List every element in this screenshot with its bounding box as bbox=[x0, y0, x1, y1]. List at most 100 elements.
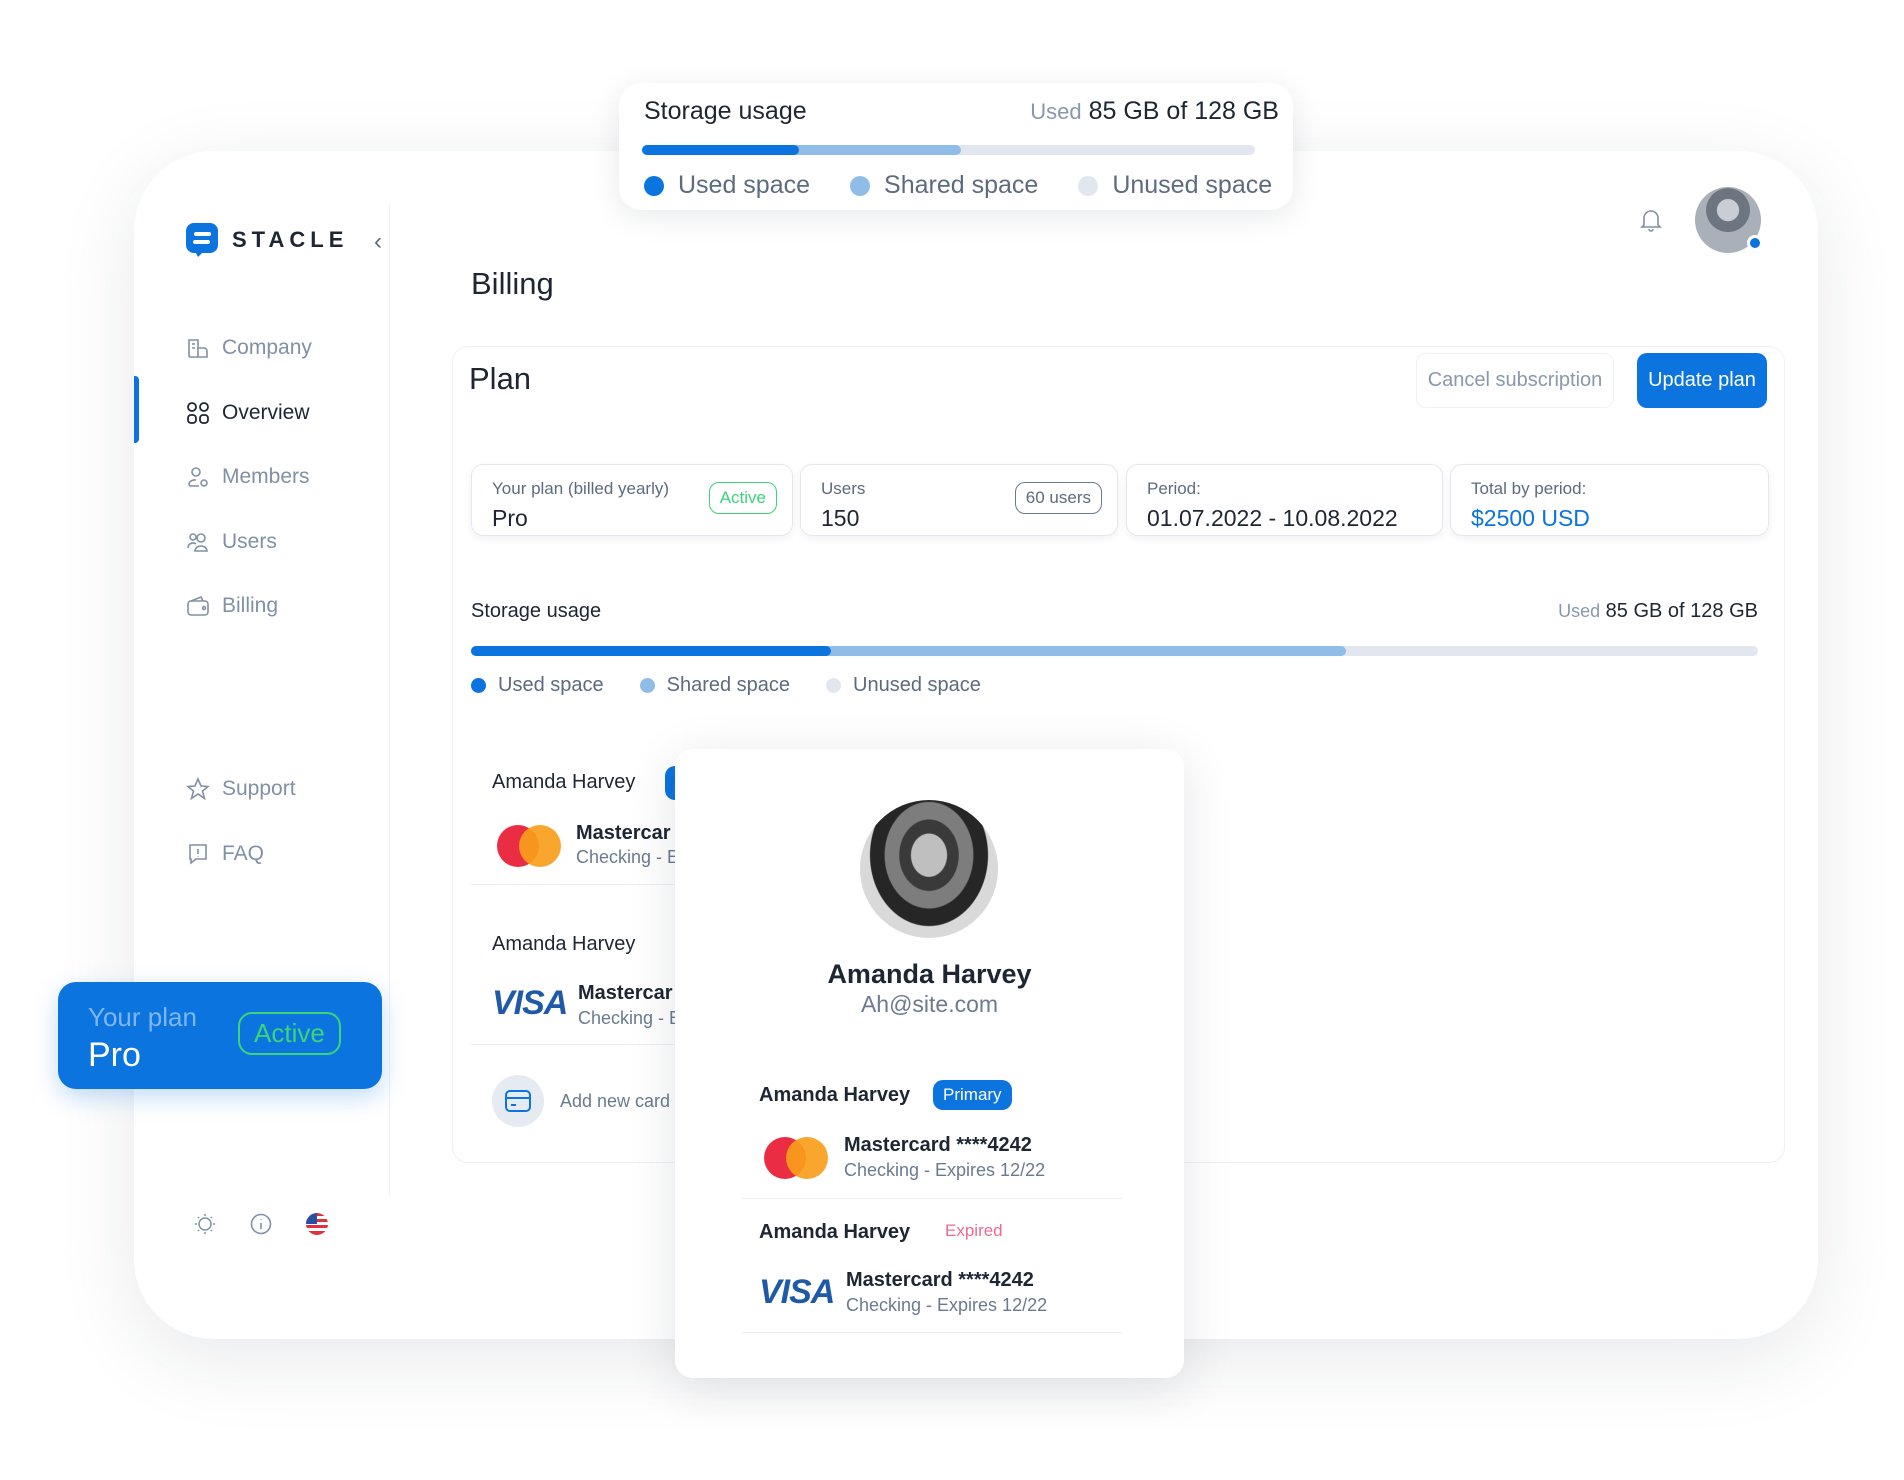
card-name: Mastercard ****4242 bbox=[844, 1134, 1032, 1156]
unused-dot bbox=[826, 678, 842, 693]
legend-shared: Shared space bbox=[884, 171, 1039, 199]
card-icon bbox=[492, 1075, 544, 1127]
nav-label: Company bbox=[222, 336, 312, 359]
used-prefix: Used bbox=[1030, 99, 1082, 124]
card-sub: Checking - Expires 12/22 bbox=[844, 1160, 1046, 1180]
logo[interactable]: STACLE bbox=[186, 223, 348, 257]
divider bbox=[741, 1332, 1123, 1333]
sidebar-item-support[interactable]: Support bbox=[186, 774, 296, 804]
building-icon bbox=[188, 339, 208, 358]
plan-status-badge: Active bbox=[708, 482, 777, 514]
profile-photo bbox=[860, 800, 998, 938]
floating-storage-used: Used 85 GB of 128 GB bbox=[1030, 97, 1279, 126]
question-icon bbox=[189, 844, 207, 865]
card-sub: Checking - Expires 12/22 bbox=[846, 1295, 1048, 1315]
user-gear-icon bbox=[188, 467, 208, 487]
period-info-card: Period: 01.07.2022 - 10.08.2022 bbox=[1126, 464, 1443, 536]
floating-storage-legend: Used space Shared space Unused space bbox=[644, 171, 1272, 200]
active-indicator bbox=[134, 376, 139, 443]
storage-title: Storage usage bbox=[471, 600, 602, 622]
card-holder: Amanda Harvey bbox=[759, 1221, 911, 1243]
nav-label: Support bbox=[222, 777, 296, 800]
legend-used: Used space bbox=[498, 674, 604, 696]
theme-toggle[interactable] bbox=[194, 1213, 216, 1240]
nav-label: Users bbox=[222, 530, 277, 553]
period-info-value: 01.07.2022 - 10.08.2022 bbox=[1147, 505, 1398, 531]
used-value: 85 GB of 128 GB bbox=[1088, 97, 1279, 125]
collapse-sidebar-button[interactable]: ‹ bbox=[374, 228, 382, 256]
bell-icon bbox=[1640, 210, 1662, 232]
sidebar-item-members[interactable]: Members bbox=[186, 462, 310, 492]
total-info-value: $2500 USD bbox=[1471, 505, 1590, 531]
expired-badge: Expired bbox=[945, 1221, 1003, 1240]
period-info-label: Period: bbox=[1147, 479, 1201, 498]
nav-label: Billing bbox=[222, 594, 279, 617]
cancel-subscription-button[interactable]: Cancel subscription bbox=[1416, 353, 1614, 408]
visa-logo: VISA bbox=[759, 1273, 835, 1311]
used-dot bbox=[471, 678, 486, 693]
language-selector[interactable] bbox=[306, 1213, 328, 1240]
add-card-label: Add new card bbox=[560, 1090, 671, 1111]
divider bbox=[471, 1044, 701, 1045]
info-button[interactable] bbox=[250, 1213, 272, 1240]
profile-name: Amanda Harvey bbox=[827, 959, 1032, 989]
visa-logo: VISA bbox=[492, 984, 568, 1022]
notifications-button[interactable] bbox=[1640, 208, 1662, 237]
used-value: 85 GB of 128 GB bbox=[1605, 600, 1758, 622]
floating-storage-title: Storage usage bbox=[644, 97, 807, 125]
sidebar-item-users[interactable]: Users bbox=[186, 527, 277, 557]
mastercard-logo bbox=[764, 1137, 828, 1179]
nav-label: FAQ bbox=[222, 842, 265, 865]
logo-icon bbox=[186, 223, 218, 257]
users-icon bbox=[187, 533, 208, 552]
sidebar-item-faq[interactable]: FAQ bbox=[186, 839, 264, 869]
your-plan-card[interactable]: Your plan Pro Active bbox=[58, 982, 382, 1089]
floating-storage-bar bbox=[642, 145, 1255, 155]
used-dot bbox=[644, 175, 664, 196]
divider bbox=[471, 884, 701, 885]
sidebar-item-company[interactable]: Company bbox=[186, 333, 312, 363]
users-count-badge: 60 users bbox=[1014, 482, 1102, 514]
user-avatar[interactable] bbox=[1695, 187, 1763, 253]
add-new-card-button[interactable]: Add new card bbox=[492, 1075, 670, 1127]
us-flag-icon bbox=[306, 1213, 328, 1235]
unused-dot bbox=[1078, 175, 1099, 196]
your-plan-label: Your plan bbox=[88, 1002, 197, 1032]
info-icon bbox=[250, 1213, 272, 1235]
used-segment bbox=[642, 145, 799, 155]
plan-info-card: Your plan (billed yearly) Pro Active bbox=[471, 464, 793, 536]
sidebar-item-billing[interactable]: Billing bbox=[186, 591, 278, 621]
total-info-card: Total by period: $2500 USD bbox=[1450, 464, 1769, 536]
total-info-label: Total by period: bbox=[1471, 479, 1587, 498]
sidebar-item-overview[interactable]: Overview bbox=[186, 398, 310, 428]
card-holder: Amanda Harvey bbox=[759, 1084, 911, 1106]
legend-unused: Unused space bbox=[853, 674, 981, 696]
brand-name: STACLE bbox=[232, 227, 349, 252]
storage-legend: Used space Shared space Unused space bbox=[471, 674, 981, 697]
profile-email: Ah@site.com bbox=[860, 991, 999, 1017]
legend-shared: Shared space bbox=[666, 674, 791, 696]
card-holder: Amanda Harvey bbox=[492, 933, 636, 955]
update-plan-button[interactable]: Update plan bbox=[1637, 353, 1767, 408]
divider bbox=[741, 1198, 1123, 1199]
mastercard-logo bbox=[497, 825, 561, 867]
profile-popup: Amanda Harvey Ah@site.com Amanda Harvey … bbox=[675, 749, 1184, 1378]
wallet-icon bbox=[187, 595, 209, 616]
card-name: Mastercard ****4242 bbox=[846, 1269, 1034, 1291]
nav-label: Overview bbox=[222, 401, 310, 424]
shared-dot bbox=[850, 175, 871, 196]
star-icon bbox=[186, 777, 210, 801]
sun-icon bbox=[195, 1214, 215, 1234]
users-info-card: Users 150 60 users bbox=[800, 464, 1118, 536]
card-name: Mastercar bbox=[578, 982, 673, 1004]
sidebar-divider bbox=[389, 204, 390, 1196]
card-sub: Checking - E bbox=[578, 1008, 682, 1028]
card-holder: Amanda Harvey bbox=[492, 771, 636, 793]
card-sub: Checking - E bbox=[576, 847, 680, 867]
grid-icon bbox=[187, 402, 209, 424]
legend-used: Used space bbox=[678, 171, 811, 199]
legend-unused: Unused space bbox=[1112, 171, 1273, 199]
primary-badge: Primary bbox=[933, 1080, 1012, 1110]
floating-storage-card: Storage usage Used 85 GB of 128 GB Used … bbox=[619, 83, 1293, 210]
nav-label: Members bbox=[222, 465, 310, 488]
